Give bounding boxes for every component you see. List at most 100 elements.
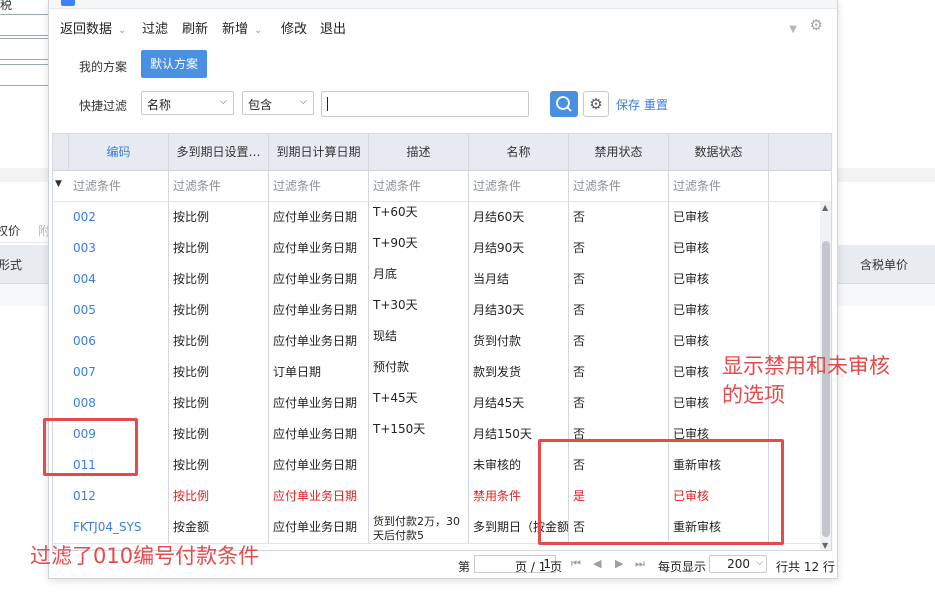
filter-cell[interactable]: 过滤条件 bbox=[269, 171, 369, 201]
cell-disabled: 否 bbox=[569, 388, 669, 419]
per-page-select[interactable]: 200 ⌵ bbox=[709, 555, 767, 573]
table-row[interactable]: 007 按比例 订单日期 预付款 款到发货 否 已审核 bbox=[53, 357, 831, 389]
toolbar: 返回数据 ⌄ 过滤 刷新 新增 ⌄ 修改 退出 ▼ ⚙ bbox=[49, 10, 837, 40]
table-row[interactable]: 002 按比例 应付单业务日期 T+60天 月结60天 否 已审核 bbox=[53, 202, 831, 234]
filter-operator-select[interactable]: 包含 ⌵ bbox=[242, 91, 314, 115]
col-header-calc-date[interactable]: 到期日计算日期 bbox=[269, 134, 369, 170]
cell-calc-date: 应付单业务日期 bbox=[269, 295, 369, 326]
cell-rule: 按比例 bbox=[169, 264, 269, 295]
cell-disabled: 否 bbox=[569, 233, 669, 264]
chevron-down-icon: ⌄ bbox=[254, 25, 263, 36]
app-logo-icon bbox=[61, 0, 75, 6]
cell-rule: 按比例 bbox=[169, 419, 269, 450]
filter-field-select[interactable]: 名称 ⌵ bbox=[141, 91, 234, 115]
chevron-down-icon: ⌵ bbox=[756, 558, 763, 568]
col-header-disabled[interactable]: 禁用状态 bbox=[569, 134, 669, 170]
exit-button[interactable]: 退出 bbox=[320, 18, 346, 37]
default-scheme-tab[interactable]: 默认方案 bbox=[141, 50, 207, 78]
background-field[interactable] bbox=[0, 14, 49, 36]
grid-filter-row: ▼ 过滤条件 过滤条件 过滤条件 过滤条件 过滤条件 过滤条件 过滤条件 bbox=[53, 171, 831, 202]
collapse-icon[interactable]: ▼ bbox=[789, 24, 797, 35]
filter-cell[interactable]: 过滤条件 bbox=[169, 171, 269, 201]
pager-suffix: 页 / 1 页 bbox=[515, 560, 563, 574]
cell-code: 003 bbox=[69, 233, 169, 264]
cell-code: 008 bbox=[69, 388, 169, 419]
cell-name: 款到发货 bbox=[469, 357, 569, 388]
scroll-up-icon[interactable]: ▲ bbox=[822, 203, 828, 212]
table-row[interactable]: 004 按比例 应付单业务日期 月底 当月结 否 已审核 bbox=[53, 264, 831, 296]
background-col-form: 形式 bbox=[0, 258, 23, 272]
chevron-down-icon: ⌵ bbox=[219, 96, 227, 107]
scroll-down-icon[interactable]: ▼ bbox=[822, 541, 828, 550]
gear-icon: ⚙ bbox=[589, 95, 603, 113]
my-scheme-tab[interactable]: 我的方案 bbox=[79, 58, 127, 75]
cell-desc bbox=[369, 450, 469, 481]
col-header-desc[interactable]: 描述 bbox=[369, 134, 469, 170]
refresh-button[interactable]: 刷新 bbox=[182, 18, 208, 37]
cell-name: 月结60天 bbox=[469, 202, 569, 233]
background-col-price: 含税单价 bbox=[860, 258, 909, 272]
last-page-icon[interactable]: ⏭ bbox=[635, 557, 645, 571]
save-link[interactable]: 保存 bbox=[616, 96, 640, 113]
gear-icon[interactable]: ⚙ bbox=[810, 16, 823, 34]
filter-operator-value: 包含 bbox=[248, 98, 273, 112]
background-field[interactable] bbox=[0, 64, 49, 86]
filter-cell[interactable]: 过滤条件 bbox=[469, 171, 569, 201]
search-button[interactable] bbox=[550, 91, 578, 117]
filter-arrow-icon: ▼ bbox=[55, 179, 62, 189]
cell-calc-date: 应付单业务日期 bbox=[269, 419, 369, 450]
annotation-box-left bbox=[43, 418, 138, 476]
add-button[interactable]: 新增 ⌄ bbox=[222, 18, 262, 37]
col-header-multi-due[interactable]: 多到期日设置… bbox=[169, 134, 269, 170]
grid-header: 编码 多到期日设置… 到期日计算日期 描述 名称 禁用状态 数据状态 bbox=[53, 134, 831, 171]
cell-rule: 按比例 bbox=[169, 295, 269, 326]
filter-cell[interactable]: 过滤条件 bbox=[369, 171, 469, 201]
next-page-icon[interactable]: ▶ bbox=[615, 557, 623, 570]
cell-status: 已审核 bbox=[669, 295, 769, 326]
annotation-text-left: 过滤了010编号付款条件 bbox=[30, 544, 260, 568]
background-tab-price[interactable]: 权价 bbox=[0, 222, 20, 239]
cell-code: 002 bbox=[69, 202, 169, 233]
reset-link[interactable]: 重置 bbox=[644, 96, 668, 113]
table-row[interactable]: 005 按比例 应付单业务日期 T+30天 月结30天 否 已审核 bbox=[53, 295, 831, 327]
cell-status: 已审核 bbox=[669, 233, 769, 264]
filter-button[interactable]: 过滤 bbox=[142, 18, 168, 37]
cell-rule: 按比例 bbox=[169, 481, 269, 512]
cell-disabled: 否 bbox=[569, 202, 669, 233]
cell-desc: T+90天 bbox=[369, 233, 469, 264]
return-data-button[interactable]: 返回数据 ⌄ bbox=[60, 18, 126, 37]
cell-rule: 按比例 bbox=[169, 388, 269, 419]
cell-code: 012 bbox=[69, 481, 169, 512]
cell-rule: 按比例 bbox=[169, 326, 269, 357]
table-row[interactable]: 006 按比例 应付单业务日期 现结 货到付款 否 已审核 bbox=[53, 326, 831, 358]
background-field[interactable] bbox=[0, 38, 49, 60]
cell-disabled: 否 bbox=[569, 264, 669, 295]
cell-calc-date: 应付单业务日期 bbox=[269, 202, 369, 233]
filter-value-input[interactable] bbox=[321, 91, 529, 117]
prev-page-icon[interactable]: ◀ bbox=[593, 557, 601, 570]
filter-cell[interactable]: 过滤条件 bbox=[669, 171, 769, 201]
cell-name: 月结45天 bbox=[469, 388, 569, 419]
col-header-status[interactable]: 数据状态 bbox=[669, 134, 769, 170]
first-page-icon[interactable]: ⏮ bbox=[571, 557, 581, 571]
pager-prefix: 第 bbox=[458, 560, 471, 574]
cell-name: 货到付款 bbox=[469, 326, 569, 357]
cell-name: 当月结 bbox=[469, 264, 569, 295]
cell-calc-date: 应付单业务日期 bbox=[269, 512, 369, 543]
filter-cell[interactable]: 过滤条件 bbox=[69, 171, 169, 201]
col-header-name[interactable]: 名称 bbox=[469, 134, 569, 170]
cell-code: 004 bbox=[69, 264, 169, 295]
cell-rule: 按比例 bbox=[169, 357, 269, 388]
table-row[interactable]: 008 按比例 应付单业务日期 T+45天 月结45天 否 已审核 bbox=[53, 388, 831, 420]
modify-button[interactable]: 修改 bbox=[281, 18, 307, 37]
cell-code: 007 bbox=[69, 357, 169, 388]
annotation-text-right: 显示禁用和未审核 的选项 bbox=[722, 354, 890, 407]
cell-rule: 按比例 bbox=[169, 233, 269, 264]
search-icon bbox=[556, 96, 572, 112]
cell-calc-date: 订单日期 bbox=[269, 357, 369, 388]
table-row[interactable]: 003 按比例 应付单业务日期 T+90天 月结90天 否 已审核 bbox=[53, 233, 831, 265]
col-header-code[interactable]: 编码 bbox=[69, 134, 169, 170]
filter-cell[interactable]: 过滤条件 bbox=[569, 171, 669, 201]
per-page-value: 200 bbox=[727, 557, 750, 571]
filter-settings-button[interactable]: ⚙ bbox=[583, 91, 609, 117]
